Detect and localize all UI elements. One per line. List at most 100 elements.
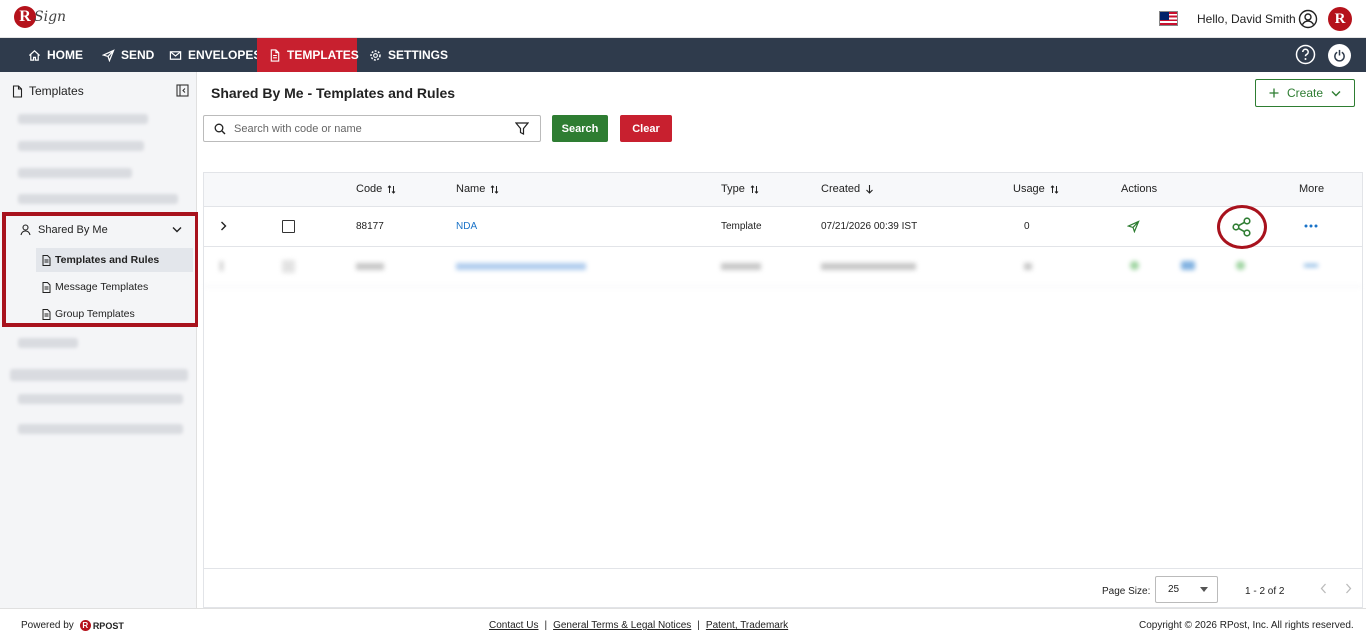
footer-links: Contact Us | General Terms & Legal Notic… [489,620,788,631]
top-header: R Sign Hello, David Smith R [0,0,1366,38]
table-row [204,247,1362,287]
brand-avatar[interactable]: R [1328,7,1352,31]
sidebar-item-shared-by-me[interactable]: Shared By Me [20,224,108,236]
table-row: 88177 NDA Template 07/21/2026 00:39 IST … [204,205,1362,249]
blurred-sidebar-item [18,194,178,204]
shared-by-me-section: Shared By Me Templates and Rules Message… [2,212,199,327]
shared-by-me-label: Shared By Me [38,224,108,236]
rpost-logo: R RPOST [79,620,124,631]
sidebar-item-label: Templates and Rules [55,254,160,266]
send-action-icon[interactable] [1127,220,1140,233]
nav-home-label: HOME [47,48,83,62]
column-header-usage[interactable]: Usage [1013,183,1059,195]
sidebar: Templates Shared By Me Templates and Rul… [0,72,199,608]
templates-table: Code Name Type Created Usage Actions Mor… [203,172,1363,608]
column-header-created[interactable]: Created [821,183,874,195]
us-flag-icon[interactable] [1159,11,1178,26]
nav-home[interactable]: HOME [16,38,95,72]
logo-text: Sign [34,9,67,25]
sort-icon [1050,184,1059,194]
sort-icon [490,184,499,194]
sidebar-item-message-templates[interactable]: Message Templates [36,275,193,299]
search-input[interactable] [234,122,504,135]
sidebar-item-label: Group Templates [55,308,135,320]
blurred-folder-item [18,394,183,404]
more-options-icon[interactable] [1304,224,1318,228]
blurred-sidebar-item [18,338,78,348]
nav-envelopes-label: ENVELOPES [188,48,262,62]
powered-by: Powered by R RPOST [21,620,124,631]
terms-link[interactable]: General Terms & Legal Notices [553,620,691,631]
pagination-bar: Page Size: 25 1 - 2 of 2 [204,568,1362,608]
expand-row-icon[interactable] [220,221,227,231]
plus-icon [1269,88,1279,98]
sidebar-item-group-templates[interactable]: Group Templates [36,302,193,326]
cell-code: 88177 [356,221,384,232]
clear-button[interactable]: Clear [620,115,672,142]
create-button-label: Create [1286,86,1324,100]
search-button[interactable]: Search [552,115,608,142]
column-header-actions: Actions [1121,183,1158,195]
envelope-icon [169,49,182,62]
cell-created: 07/21/2026 00:39 IST [821,221,918,232]
chevron-down-icon [1331,90,1341,97]
nav-envelopes[interactable]: ENVELOPES [157,38,273,72]
main-nav: HOME SEND ENVELOPES TEMPLATES SETTINGS [0,38,1366,72]
previous-page-icon[interactable] [1320,583,1327,594]
rpost-logo-mark: R [79,620,91,631]
help-icon[interactable] [1295,44,1316,65]
row-checkbox[interactable] [282,220,295,233]
page-size-label: Page Size: [1102,586,1151,597]
powered-by-label: Powered by [21,620,74,631]
power-icon[interactable] [1328,44,1351,67]
home-icon [28,49,41,62]
user-greeting: Hello, David Smith [1197,12,1296,26]
column-header-more: More [1299,183,1325,195]
document-icon [42,281,51,293]
filter-icon[interactable] [515,122,529,135]
cell-usage: 0 [1024,221,1030,232]
sort-icon [387,184,396,194]
blurred-sidebar-item [18,168,132,178]
sort-descending-icon [865,184,874,194]
column-header-type[interactable]: Type [721,183,759,195]
caret-down-icon [1200,587,1208,592]
blurred-sidebar-item [18,114,148,124]
collapse-sidebar-icon[interactable] [176,84,189,97]
blurred-folder-header [10,369,188,381]
sidebar-item-label: Message Templates [55,281,149,293]
page-size-value: 25 [1168,584,1180,595]
nav-templates[interactable]: TEMPLATES [257,38,359,72]
contact-us-link[interactable]: Contact Us [489,620,538,631]
create-button[interactable]: Create [1255,79,1355,107]
column-header-code[interactable]: Code [356,183,396,195]
page-size-select[interactable]: 25 [1155,576,1218,603]
user-icon [20,224,31,236]
user-profile-icon[interactable] [1298,9,1318,29]
gear-icon [369,49,382,62]
document-icon [42,254,51,266]
nav-send[interactable]: SEND [90,38,166,72]
blurred-sidebar-item [18,141,144,151]
document-icon [42,308,51,320]
patent-trademark-link[interactable]: Patent, Trademark [706,620,788,631]
copyright: Copyright © 2026 RPost, Inc. All rights … [1139,620,1354,631]
rsign-logo[interactable]: R Sign [14,5,66,33]
table-header: Code Name Type Created Usage Actions Mor… [204,173,1362,207]
footer-separator: | [544,620,548,631]
cell-name-link[interactable]: NDA [456,221,477,232]
search-icon [214,123,226,135]
nav-send-label: SEND [121,48,155,62]
sidebar-item-templates-and-rules[interactable]: Templates and Rules [36,248,193,272]
send-icon [102,48,115,62]
next-page-icon[interactable] [1345,583,1352,594]
pagination-range: 1 - 2 of 2 [1245,586,1285,597]
page-title: Shared By Me - Templates and Rules [211,85,456,101]
column-header-name[interactable]: Name [456,183,499,195]
chevron-down-icon[interactable] [172,226,182,233]
main-content: Shared By Me - Templates and Rules Creat… [198,72,1366,608]
share-action-button[interactable] [1217,205,1267,249]
nav-settings[interactable]: SETTINGS [357,38,460,72]
document-icon [269,48,281,62]
share-icon [1231,216,1253,238]
